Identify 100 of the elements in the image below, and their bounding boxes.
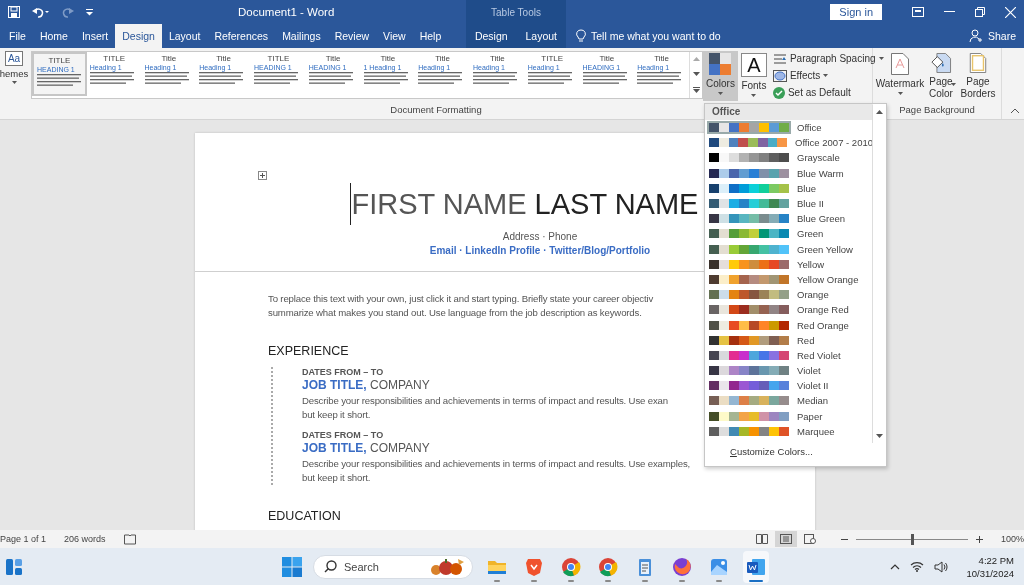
color-scheme-item[interactable]: Office 2007 - 2010 [705, 135, 873, 151]
zoom-in-icon[interactable] [975, 535, 983, 543]
page-icon [891, 53, 909, 75]
close-icon[interactable] [1005, 6, 1016, 18]
taskbar-search-field[interactable]: Search [313, 554, 473, 579]
color-scheme-item[interactable]: Orange Red [705, 302, 873, 318]
color-scheme-item[interactable]: Violet [705, 363, 873, 379]
chevron-up-icon[interactable] [890, 563, 901, 570]
redo-icon[interactable] [62, 6, 74, 18]
color-scheme-item[interactable]: Blue Green [705, 211, 873, 227]
themes-button[interactable]: Aa hemes [0, 51, 28, 84]
color-scheme-item[interactable]: Median [705, 393, 873, 409]
paragraph-spacing-button[interactable]: Paragraph Spacing [772, 51, 884, 66]
fonts-icon: A [740, 53, 767, 77]
clock-time[interactable]: 4:22 PM [978, 553, 1014, 567]
scroll-down-icon[interactable] [692, 72, 700, 76]
ribbon-tab[interactable]: Layout [518, 24, 565, 48]
color-palette-icon [709, 53, 732, 75]
color-scheme-item[interactable]: Red Violet [705, 347, 873, 363]
paint-bucket-icon [930, 53, 952, 73]
clock-date[interactable]: 10/31/2024 [966, 566, 1014, 580]
ribbon-tab[interactable]: View [376, 24, 413, 48]
description-text: Describe your responsibilities and achievements in terms of impact and results. Use exan [302, 394, 668, 408]
name-heading: FIRST NAME LAST NAME [349, 183, 699, 225]
ribbon-tab[interactable]: Layout [161, 24, 208, 48]
color-scheme-item[interactable]: Blue Warm [705, 165, 873, 181]
color-scheme-item[interactable]: Blue [705, 180, 873, 196]
description-text: but keep it short. [302, 471, 371, 485]
zoom-level[interactable]: 100% [1000, 534, 1024, 544]
scroll-up-icon[interactable] [875, 110, 883, 114]
wifi-icon[interactable] [910, 561, 925, 572]
ribbon-tab[interactable]: References [207, 24, 276, 48]
more-icon[interactable] [692, 86, 700, 93]
page-count[interactable]: Page 1 of 1 [0, 534, 47, 544]
fonts-button[interactable]: A Fonts [737, 51, 770, 101]
page-border-icon [969, 53, 987, 73]
color-scheme-item[interactable]: Red [705, 332, 873, 348]
page-borders-button[interactable]: Page Borders [958, 51, 998, 101]
ribbon-tab[interactable]: Review [327, 24, 377, 48]
color-scheme-item[interactable]: Office [705, 120, 873, 136]
ribbon-tab[interactable]: Design [467, 24, 515, 48]
effects-icon [772, 69, 787, 82]
book-icon [755, 534, 768, 544]
sign-in-button[interactable]: Sign in [830, 4, 882, 20]
minimize-icon[interactable] [944, 11, 955, 13]
start-icon[interactable] [282, 556, 302, 577]
search-icon [324, 560, 337, 573]
color-scheme-item[interactable]: Marquee [705, 423, 873, 439]
customize-colors-item[interactable]: Customize Colors... [730, 446, 813, 457]
color-scheme-item[interactable]: Yellow Orange [705, 271, 873, 288]
save-icon[interactable] [8, 6, 20, 18]
group-label: Page Background [899, 104, 975, 115]
scrollbar[interactable] [872, 105, 885, 443]
caret-icon [717, 92, 723, 95]
color-scheme-item[interactable]: Green Yellow [705, 241, 873, 257]
proofing-book-icon[interactable] [123, 533, 136, 545]
ribbon-display-icon[interactable] [912, 7, 924, 17]
widgets-icon[interactable] [5, 557, 23, 576]
checkmark-icon [772, 86, 785, 99]
ribbon-tab[interactable]: File [2, 24, 33, 48]
color-scheme-item[interactable]: Orange [705, 287, 873, 303]
word-count[interactable]: 206 words [64, 534, 106, 544]
color-scheme-item[interactable]: Green [705, 226, 873, 242]
speaker-icon[interactable] [934, 560, 949, 573]
group-label: Document Formatting [390, 104, 482, 115]
ribbon-tab[interactable]: Home [32, 24, 75, 48]
color-scheme-item[interactable]: Grayscale [705, 150, 873, 166]
colors-button[interactable]: Colors [703, 51, 738, 101]
dates-text: DATES FROM – TO [302, 367, 384, 377]
share-button[interactable]: Share [968, 29, 1016, 43]
print-layout-button[interactable] [774, 531, 797, 547]
color-scheme-item[interactable]: Violet II [705, 378, 873, 394]
web-page-icon [803, 534, 816, 544]
page-color-button[interactable]: Page Color [926, 51, 956, 101]
paragraph-spacing-icon [772, 52, 787, 65]
job-line: JOB TITLE, COMPANY [302, 378, 430, 393]
scroll-down-icon[interactable] [875, 434, 883, 438]
text-lines-drawing [418, 72, 463, 86]
color-scheme-item[interactable]: Blue II [705, 195, 873, 212]
ribbon-tab[interactable]: Help [412, 24, 449, 48]
text-lines-drawing [308, 72, 353, 86]
restore-icon[interactable] [975, 7, 985, 17]
customize-toolbar-icon[interactable] [86, 8, 93, 16]
zoom-slider-thumb[interactable] [910, 533, 914, 545]
word-app-icon[interactable] [743, 550, 769, 583]
section-heading: EDUCATION [268, 509, 341, 524]
ribbon-tab[interactable]: Design [115, 24, 162, 48]
tell-me-search[interactable]: Tell me what you want to do [576, 29, 721, 43]
contextual-tab-label: Table Tools [466, 0, 566, 24]
ribbon-tab[interactable]: Mailings [275, 24, 328, 48]
table-move-handle-icon[interactable] [258, 171, 267, 180]
collapse-ribbon-icon[interactable] [1011, 108, 1019, 113]
caret-icon [823, 74, 829, 77]
color-scheme-item[interactable]: Red Orange [705, 317, 873, 333]
ribbon-tab[interactable]: Insert [74, 24, 116, 48]
color-scheme-item[interactable]: Paper [705, 408, 873, 424]
undo-icon[interactable] [32, 6, 50, 18]
window-title: Document1 - Word [238, 6, 335, 18]
color-scheme-item[interactable]: Yellow [705, 256, 873, 272]
text-lines-drawing [89, 72, 134, 86]
